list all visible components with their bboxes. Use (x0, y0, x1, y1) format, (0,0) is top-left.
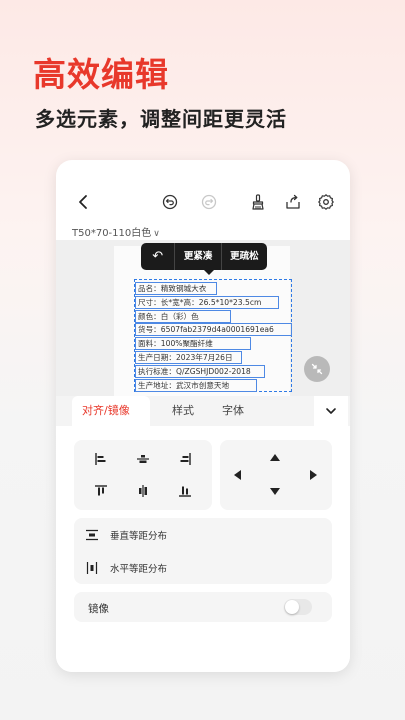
tighter-spacing-button[interactable]: 更紧凑 (175, 243, 222, 270)
settings-button[interactable] (314, 190, 338, 214)
tab-align-mirror[interactable]: 对齐/镜像 (72, 396, 150, 426)
horizontal-distribute-icon (86, 562, 98, 574)
shrink-canvas-button[interactable] (304, 356, 330, 382)
redo-button[interactable] (197, 190, 221, 214)
export-icon (286, 194, 300, 209)
align-buttons-card (74, 440, 212, 510)
align-bottom-icon (179, 486, 191, 497)
align-left-button[interactable] (90, 448, 112, 470)
nudge-right-arrow-icon[interactable] (310, 470, 317, 480)
label-text-line[interactable]: 生产日期：2023年7月26日 (135, 351, 242, 364)
popup-pointer (204, 270, 214, 275)
align-horizontal-center-icon (137, 455, 149, 463)
brush-icon (252, 194, 264, 210)
export-button[interactable] (281, 190, 305, 214)
label-size-text: T50*70-110白色 (72, 228, 152, 239)
tab-font[interactable]: 字体 (222, 396, 244, 426)
mirror-label: 镜像 (88, 603, 109, 615)
chevron-down-icon: ∨ (153, 229, 160, 239)
top-toolbar (56, 186, 350, 216)
nudge-down-arrow-icon[interactable] (270, 488, 280, 495)
distribute-card: 垂直等距分布 水平等距分布 (74, 518, 332, 584)
nudge-up-arrow-icon[interactable] (270, 454, 280, 461)
align-vertical-center-button[interactable] (132, 480, 154, 502)
label-text-line[interactable]: 生产地址：武汉市创意天地 (135, 379, 257, 392)
back-button[interactable] (72, 190, 96, 214)
align-left-icon (95, 453, 106, 465)
spacing-popup: ↶ 更紧凑 更疏松 (141, 243, 267, 275)
promo-headline: 高效编辑 (33, 55, 169, 94)
undo-icon (162, 194, 178, 210)
align-vertical-center-icon (139, 485, 147, 497)
popup-undo-button[interactable]: ↶ (141, 243, 176, 270)
nudge-pad-card (220, 440, 332, 510)
label-text-line[interactable]: 执行标准：Q/ZGSHJD002-2018 (135, 365, 265, 378)
collapse-panel-button[interactable] (314, 396, 348, 426)
horizontal-distribute-row[interactable]: 水平等距分布 (74, 551, 332, 584)
align-top-icon (95, 485, 107, 496)
chevron-left-icon (79, 195, 87, 209)
toggle-knob (285, 600, 299, 614)
vertical-distribute-row[interactable]: 垂直等距分布 (74, 518, 332, 551)
gear-icon (318, 194, 334, 210)
align-horizontal-center-button[interactable] (132, 448, 154, 470)
looser-spacing-button[interactable]: 更疏松 (222, 243, 267, 270)
label-size-selector[interactable]: T50*70-110白色 ∨ (72, 224, 160, 239)
label-text-line[interactable]: 货号：6507fab2379d4a0001691ea6 (135, 323, 292, 336)
collapse-arrows-icon (311, 363, 323, 375)
align-right-icon (180, 453, 191, 465)
vertical-distribute-label: 垂直等距分布 (110, 531, 168, 542)
redo-icon (201, 194, 217, 210)
label-text-line[interactable]: 品名：精致钢城大衣 (135, 282, 217, 295)
tab-style[interactable]: 样式 (172, 396, 194, 426)
horizontal-distribute-label: 水平等距分布 (110, 564, 168, 575)
chevron-down-icon (326, 408, 336, 414)
label-text-line[interactable]: 尺寸：长*宽*高：26.5*10*23.5cm (135, 296, 279, 309)
label-text-line[interactable]: 颜色：白（彩）色 (135, 310, 231, 323)
property-tabs: 对齐/镜像 样式 字体 (56, 396, 350, 426)
align-top-button[interactable] (90, 480, 112, 502)
phone-screen: T50*70-110白色 ∨ ↶ 更紧凑 更疏松 品名：精致钢城大衣 尺寸：长*宽… (56, 160, 350, 672)
clear-button[interactable] (246, 190, 270, 214)
align-mirror-panel: 垂直等距分布 水平等距分布 镜像 (56, 426, 350, 672)
vertical-distribute-icon (86, 529, 98, 541)
align-right-button[interactable] (174, 448, 196, 470)
undo-button[interactable] (158, 190, 182, 214)
nudge-left-arrow-icon[interactable] (234, 470, 241, 480)
mirror-toggle[interactable] (284, 599, 312, 615)
label-text-line[interactable]: 面料：100%聚酯纤维 (135, 337, 251, 350)
promo-subline: 多选元素，调整间距更灵活 (35, 107, 287, 131)
align-bottom-button[interactable] (174, 480, 196, 502)
